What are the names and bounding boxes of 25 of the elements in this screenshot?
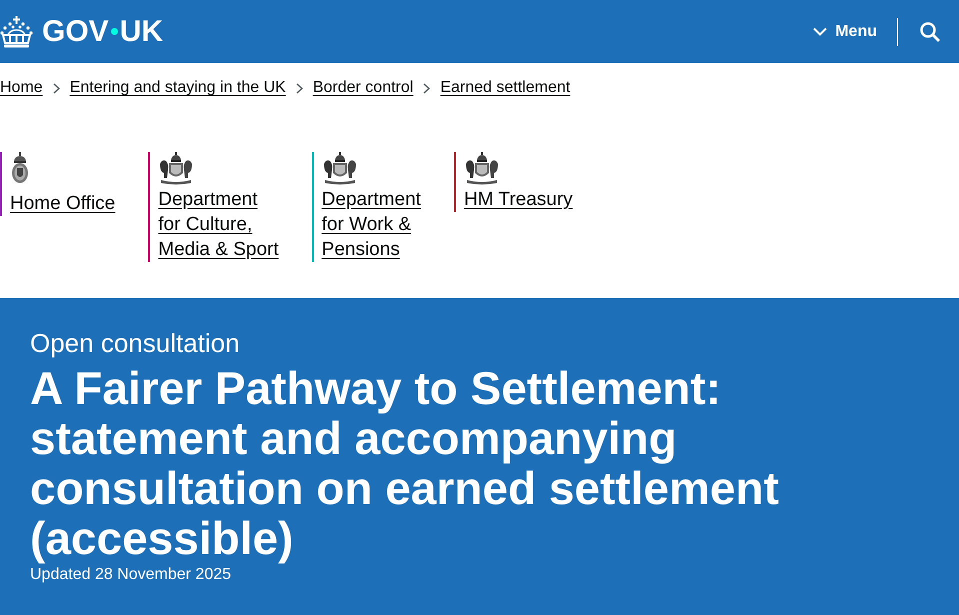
crest-icon: [464, 152, 500, 185]
chevron-right-icon: [423, 82, 430, 94]
crest-icon: [322, 152, 358, 185]
document-type: Open consultation: [30, 328, 241, 358]
organisation-link[interactable]: Home Office: [10, 191, 116, 216]
updated-date: Updated 28 November 2025: [30, 565, 232, 585]
breadcrumb-link[interactable]: Earned settlement: [440, 78, 570, 98]
crown-icon: [0, 16, 33, 48]
organisation-link[interactable]: Department for Culture, Media & Sport: [158, 187, 279, 262]
menu-button[interactable]: Menu: [813, 18, 877, 46]
breadcrumb-link[interactable]: Home: [0, 78, 43, 98]
chevron-right-icon: [52, 82, 60, 94]
crest-icon: [10, 152, 30, 185]
breadcrumb-link[interactable]: Border control: [312, 78, 414, 98]
breadcrumb-link[interactable]: Entering and staying in the UK: [70, 78, 286, 98]
crest-icon: [158, 152, 194, 185]
organisation-link[interactable]: HM Treasury: [464, 187, 573, 212]
page-title: A Fairer Pathway to Settlement: statement and accompanying consultation on earned settlement (accessible): [30, 363, 780, 563]
search-button[interactable]: [920, 22, 940, 42]
chevron-down-icon: [813, 27, 828, 36]
dot-icon: [110, 28, 118, 35]
govuk-logo-link[interactable]: GOV UK: [0, 16, 164, 48]
organisation-link[interactable]: Department for Work & Pensions: [322, 187, 421, 262]
chevron-right-icon: [296, 82, 303, 94]
search-icon: [920, 22, 940, 42]
